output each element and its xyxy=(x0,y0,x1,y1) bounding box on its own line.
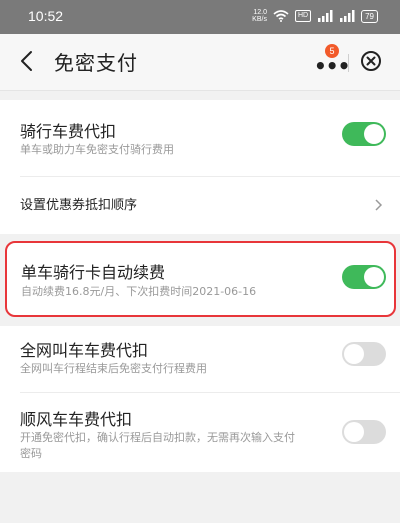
cycling-card-subtitle: 自动续费16.8元/月、下次扣费时间2021-06-16 xyxy=(21,285,257,298)
network-speed-value: 12.0 xyxy=(253,9,267,16)
carpool-subtitle-line2: 密码 xyxy=(20,447,42,460)
status-time: 10:52 xyxy=(28,8,64,24)
ride-fee-subtitle: 单车或助力车免密支付骑行费用 xyxy=(20,143,174,156)
divider xyxy=(20,392,400,393)
section-ride-payment: 骑行车费代扣 单车或助力车免密支付骑行费用 设置优惠券抵扣顺序 xyxy=(0,100,400,234)
nav-header: 免密支付 ••• 5 xyxy=(0,34,400,91)
network-speed: 12.0 KB/s xyxy=(252,9,267,23)
cycling-card-toggle[interactable] xyxy=(342,265,386,289)
toggle-knob xyxy=(364,267,384,287)
carpool-toggle[interactable] xyxy=(342,420,386,444)
car-hailing-subtitle: 全网叫车行程结束后免密支付行程费用 xyxy=(20,362,207,375)
wifi-icon xyxy=(273,10,289,22)
car-hailing-title: 全网叫车车费代扣 xyxy=(20,341,149,360)
coupon-order-row[interactable]: 设置优惠券抵扣顺序 xyxy=(0,177,400,234)
more-button[interactable]: ••• 5 xyxy=(306,44,350,78)
carpool-subtitle-line1: 开通免密代扣，确认行程后自动扣款，无需再次输入支付 xyxy=(20,431,295,444)
signal-icon xyxy=(318,10,333,22)
back-arrow-icon[interactable] xyxy=(12,46,42,76)
toggle-knob xyxy=(344,344,364,364)
cycling-card-title: 单车骑行卡自动续费 xyxy=(21,263,166,282)
section-car-payment: 全网叫车车费代扣 全网叫车行程结束后免密支付行程费用 顺风车车费代扣 开通免密代… xyxy=(0,326,400,472)
close-circle-icon[interactable] xyxy=(356,46,386,76)
chevron-right-icon xyxy=(375,199,383,211)
toggle-knob xyxy=(364,124,384,144)
ride-fee-toggle[interactable] xyxy=(342,122,386,146)
header-divider xyxy=(348,54,349,72)
battery-icon: 79 xyxy=(361,9,378,23)
page-title: 免密支付 xyxy=(54,51,138,75)
notification-badge: 5 xyxy=(325,44,339,58)
section-cycling-card-highlight: 单车骑行卡自动续费 自动续费16.8元/月、下次扣费时间2021-06-16 xyxy=(5,241,396,317)
car-hailing-toggle[interactable] xyxy=(342,342,386,366)
toggle-knob xyxy=(344,422,364,442)
hd-icon: HD xyxy=(294,10,312,22)
coupon-order-label: 设置优惠券抵扣顺序 xyxy=(20,198,138,213)
status-icons: 12.0 KB/s HD 79 xyxy=(252,9,378,23)
carpool-title: 顺风车车费代扣 xyxy=(20,410,133,429)
ride-fee-title: 骑行车费代扣 xyxy=(20,122,117,141)
network-speed-unit: KB/s xyxy=(252,16,267,23)
status-bar: 10:52 12.0 KB/s HD 79 xyxy=(0,0,400,34)
signal-icon-2 xyxy=(340,10,355,22)
